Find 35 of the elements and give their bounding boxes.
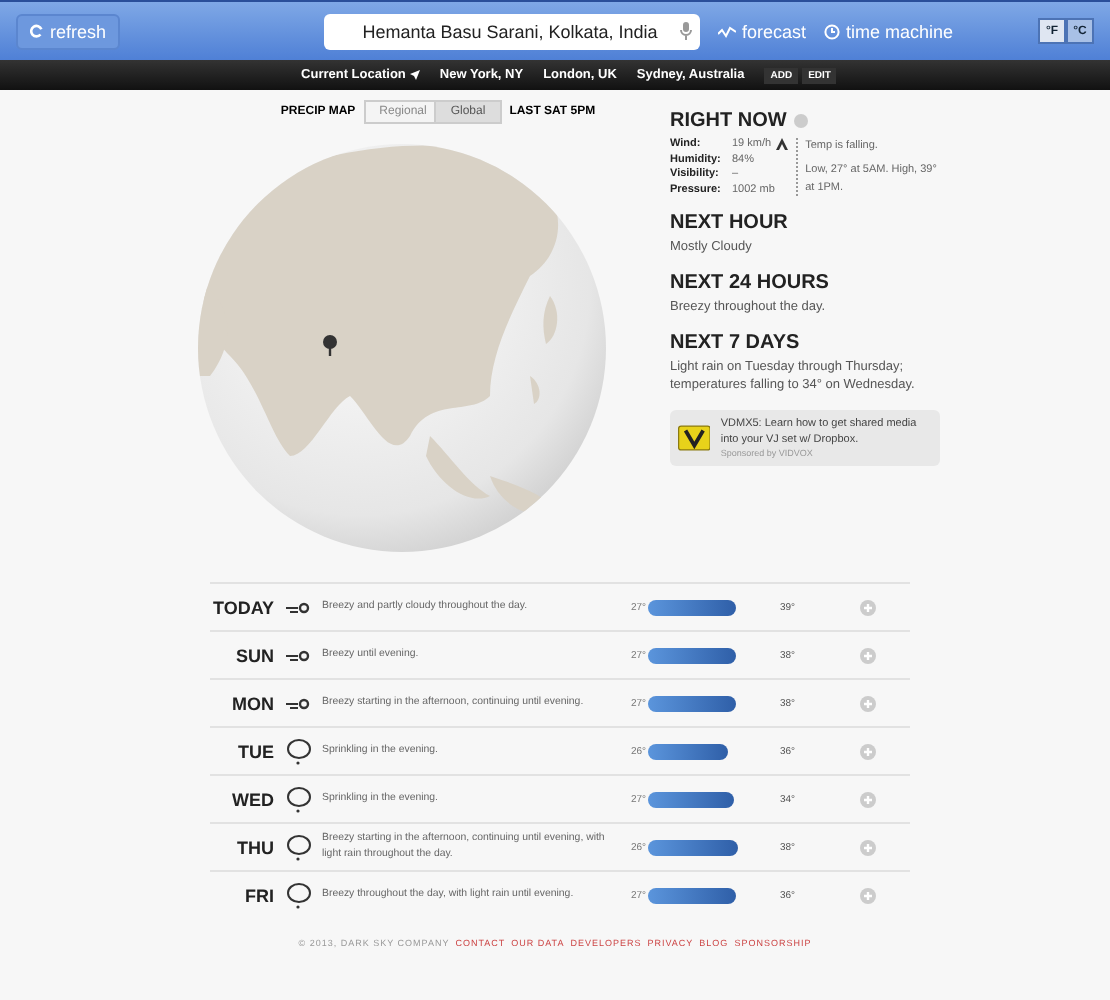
day-label: FRI <box>243 885 274 905</box>
location-arrow-icon <box>409 70 420 80</box>
wind-icon <box>286 697 310 709</box>
microphone-icon[interactable] <box>680 22 693 40</box>
expand-icon[interactable] <box>860 599 876 615</box>
time-machine-link[interactable]: time machine <box>824 21 954 41</box>
clock-icon <box>824 23 841 39</box>
expand-icon[interactable] <box>860 647 876 663</box>
section-title: NEXT 24 HOURS <box>670 271 831 294</box>
expand-icon[interactable] <box>860 839 876 855</box>
day-label: THU <box>235 837 274 857</box>
expand-icon[interactable] <box>860 743 876 759</box>
cloud-icon <box>285 785 311 813</box>
day-label: SUN <box>233 645 274 665</box>
day-label: MON <box>230 693 274 713</box>
expand-icon[interactable] <box>860 791 876 807</box>
day-label: TODAY <box>210 597 274 617</box>
section-title: NEXT HOUR <box>670 211 790 234</box>
cloud-icon <box>285 881 311 909</box>
day-label: TUE <box>236 741 274 761</box>
refresh-icon <box>30 24 44 38</box>
section-title: RIGHT NOW <box>670 110 787 132</box>
search-field[interactable]: Hemanta Basu Sarani, Kolkata, India <box>324 13 701 49</box>
cloud-icon <box>285 737 311 765</box>
cloud-icon <box>285 833 311 861</box>
forecast-link[interactable]: forecast <box>718 21 807 41</box>
wind-icon <box>286 601 310 613</box>
expand-icon[interactable] <box>860 887 876 903</box>
info-icon[interactable] <box>794 114 809 128</box>
zigzag-icon <box>718 25 737 37</box>
wind-icon <box>286 649 310 661</box>
day-label: WED <box>230 789 274 809</box>
section-title: NEXT 7 DAYS <box>670 331 802 354</box>
wind-direction-icon <box>775 138 788 151</box>
expand-icon[interactable] <box>860 695 876 711</box>
